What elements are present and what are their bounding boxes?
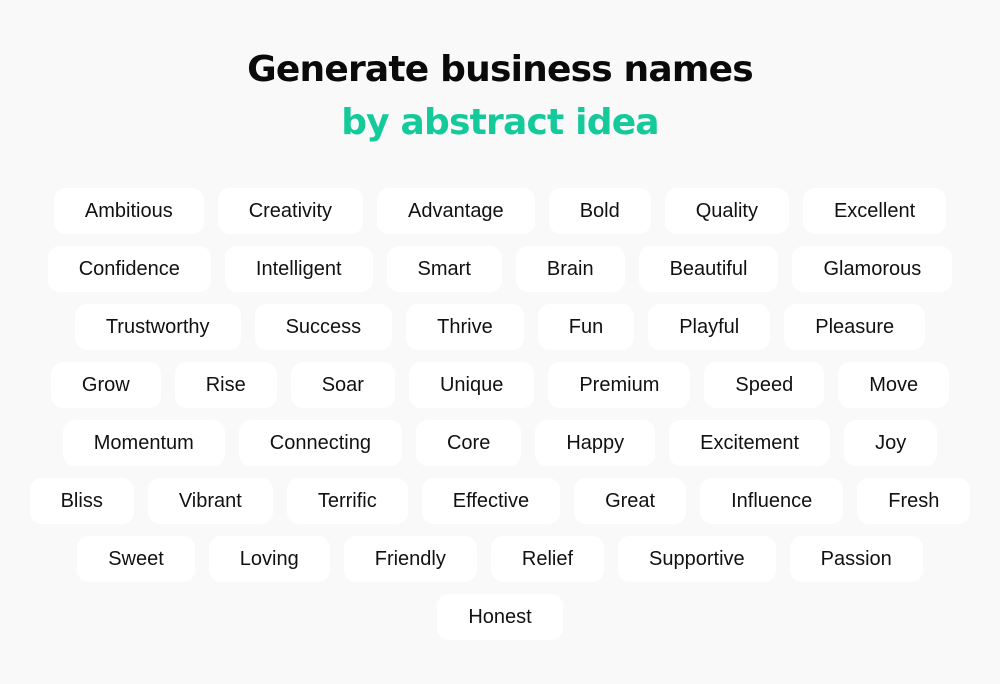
idea-chip-thrive[interactable]: Thrive: [406, 304, 524, 350]
idea-chip-smart[interactable]: Smart: [386, 246, 502, 292]
idea-chip-excitement[interactable]: Excitement: [669, 420, 831, 466]
idea-chip-fun[interactable]: Fun: [537, 304, 635, 350]
idea-chip-soar[interactable]: Soar: [290, 362, 395, 408]
idea-chip-bold[interactable]: Bold: [548, 188, 651, 234]
idea-chip-success[interactable]: Success: [254, 304, 393, 350]
chip-row: Ambitious Creativity Advantage Bold Quality E…: [53, 188, 947, 234]
idea-chip-advantage[interactable]: Advantage: [377, 188, 535, 234]
idea-chip-vibrant[interactable]: Vibrant: [147, 478, 273, 524]
idea-chip-great[interactable]: Great: [574, 478, 687, 524]
idea-chip-joy[interactable]: Joy: [844, 420, 938, 466]
idea-chip-quality[interactable]: Quality: [664, 188, 789, 234]
idea-chip-friendly[interactable]: Friendly: [343, 536, 477, 582]
idea-chip-list: Ambitious Creativity Advantage Bold Quality E…: [0, 188, 1000, 640]
idea-chip-grow[interactable]: Grow: [50, 362, 161, 408]
idea-chip-beautiful[interactable]: Beautiful: [638, 246, 779, 292]
page-subtitle: by abstract idea: [341, 102, 659, 143]
idea-chip-playful[interactable]: Playful: [648, 304, 771, 350]
chip-row: Honest: [437, 594, 563, 640]
idea-chip-confidence[interactable]: Confidence: [47, 246, 211, 292]
chip-row: Sweet Loving Friendly Relief Supportive Passi…: [77, 536, 923, 582]
idea-chip-premium[interactable]: Premium: [548, 362, 691, 408]
idea-chip-speed[interactable]: Speed: [704, 362, 825, 408]
idea-chip-unique[interactable]: Unique: [408, 362, 535, 408]
page-heading: Generate business names by abstract idea: [0, 0, 1000, 150]
idea-chip-trustworthy[interactable]: Trustworthy: [74, 304, 241, 350]
idea-chip-honest[interactable]: Honest: [437, 594, 563, 640]
chip-row: Momentum Connecting Core Happy Excitement Joy: [62, 420, 938, 466]
idea-chip-terrific[interactable]: Terrific: [286, 478, 408, 524]
idea-chip-fresh[interactable]: Fresh: [857, 478, 971, 524]
idea-chip-brain[interactable]: Brain: [515, 246, 625, 292]
idea-chip-move[interactable]: Move: [838, 362, 950, 408]
chip-row: Confidence Intelligent Smart Brain Beautiful…: [47, 246, 953, 292]
idea-chip-pleasure[interactable]: Pleasure: [784, 304, 926, 350]
chip-row: Grow Rise Soar Unique Premium Speed Move: [50, 362, 950, 408]
idea-chip-loving[interactable]: Loving: [208, 536, 330, 582]
page-title: Generate business names: [247, 49, 754, 90]
chip-row: Bliss Vibrant Terrific Effective Great Influe…: [29, 478, 971, 524]
idea-chip-momentum[interactable]: Momentum: [62, 420, 225, 466]
idea-chip-sweet[interactable]: Sweet: [77, 536, 195, 582]
idea-chip-core[interactable]: Core: [415, 420, 522, 466]
idea-chip-ambitious[interactable]: Ambitious: [53, 188, 204, 234]
idea-chip-glamorous[interactable]: Glamorous: [792, 246, 953, 292]
idea-chip-connecting[interactable]: Connecting: [238, 420, 402, 466]
chip-row: Trustworthy Success Thrive Fun Playful Pleasu…: [74, 304, 926, 350]
idea-chip-effective[interactable]: Effective: [421, 478, 561, 524]
idea-chip-bliss[interactable]: Bliss: [29, 478, 134, 524]
idea-chip-rise[interactable]: Rise: [174, 362, 277, 408]
idea-chip-happy[interactable]: Happy: [535, 420, 656, 466]
idea-chip-intelligent[interactable]: Intelligent: [224, 246, 373, 292]
idea-chip-creativity[interactable]: Creativity: [217, 188, 364, 234]
idea-chip-excellent[interactable]: Excellent: [802, 188, 947, 234]
idea-chip-influence[interactable]: Influence: [700, 478, 844, 524]
idea-chip-relief[interactable]: Relief: [490, 536, 605, 582]
idea-chip-supportive[interactable]: Supportive: [618, 536, 776, 582]
idea-chip-passion[interactable]: Passion: [789, 536, 923, 582]
